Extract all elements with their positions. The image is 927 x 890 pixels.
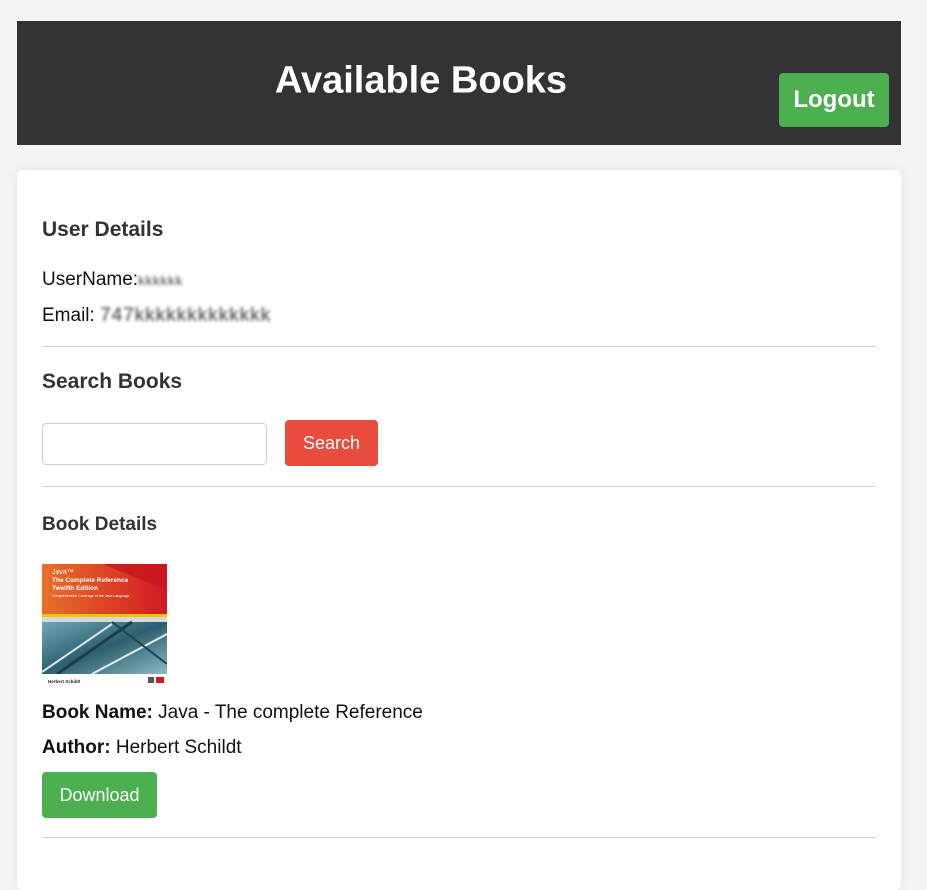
page-header: Available Books Logout [17, 21, 901, 145]
search-heading: Search Books [42, 370, 183, 393]
book-name-label: Book Name: [42, 702, 153, 723]
divider [42, 837, 876, 838]
username-row: UserName:kkkkkk [42, 269, 183, 291]
username-value: kkkkkk [138, 273, 184, 288]
divider [42, 486, 876, 487]
search-input[interactable] [42, 423, 267, 465]
book-author-row: Author: Herbert Schildt [42, 737, 242, 759]
cover-title-line1: The Complete Reference [52, 577, 129, 584]
book-author-label: Author: [42, 737, 111, 758]
download-button[interactable]: Download [42, 772, 157, 818]
email-value: 747kkkkkkkkkkkkk [100, 305, 272, 326]
page-title: Available Books [274, 59, 568, 102]
username-label: UserName: [42, 269, 139, 290]
user-details-heading: User Details [42, 218, 164, 241]
logout-button[interactable]: Logout [779, 73, 889, 127]
divider [42, 346, 876, 347]
email-label: Email: [42, 305, 95, 326]
book-name-value: Java - The complete Reference [158, 702, 423, 723]
book-author-value: Herbert Schildt [115, 737, 242, 758]
book-details-heading: Book Details [42, 514, 158, 535]
book-name-row: Book Name: Java - The complete Reference [42, 702, 423, 724]
cover-author: Herbert Schildt [48, 679, 81, 684]
email-row: Email: 747kkkkkkkkkkkkk [42, 305, 271, 327]
main-card: User Details UserName:kkkkkk Email: 747k… [17, 170, 901, 890]
cover-title-line2: Twelfth Edition [52, 585, 98, 592]
cover-subtitle: Comprehensive Coverage of the Java Langu… [52, 594, 129, 598]
search-button[interactable]: Search [285, 420, 378, 466]
cover-brand: Java™ [52, 569, 74, 576]
book-cover-image: Java™ The Complete Reference Twelfth Edi… [42, 564, 167, 687]
